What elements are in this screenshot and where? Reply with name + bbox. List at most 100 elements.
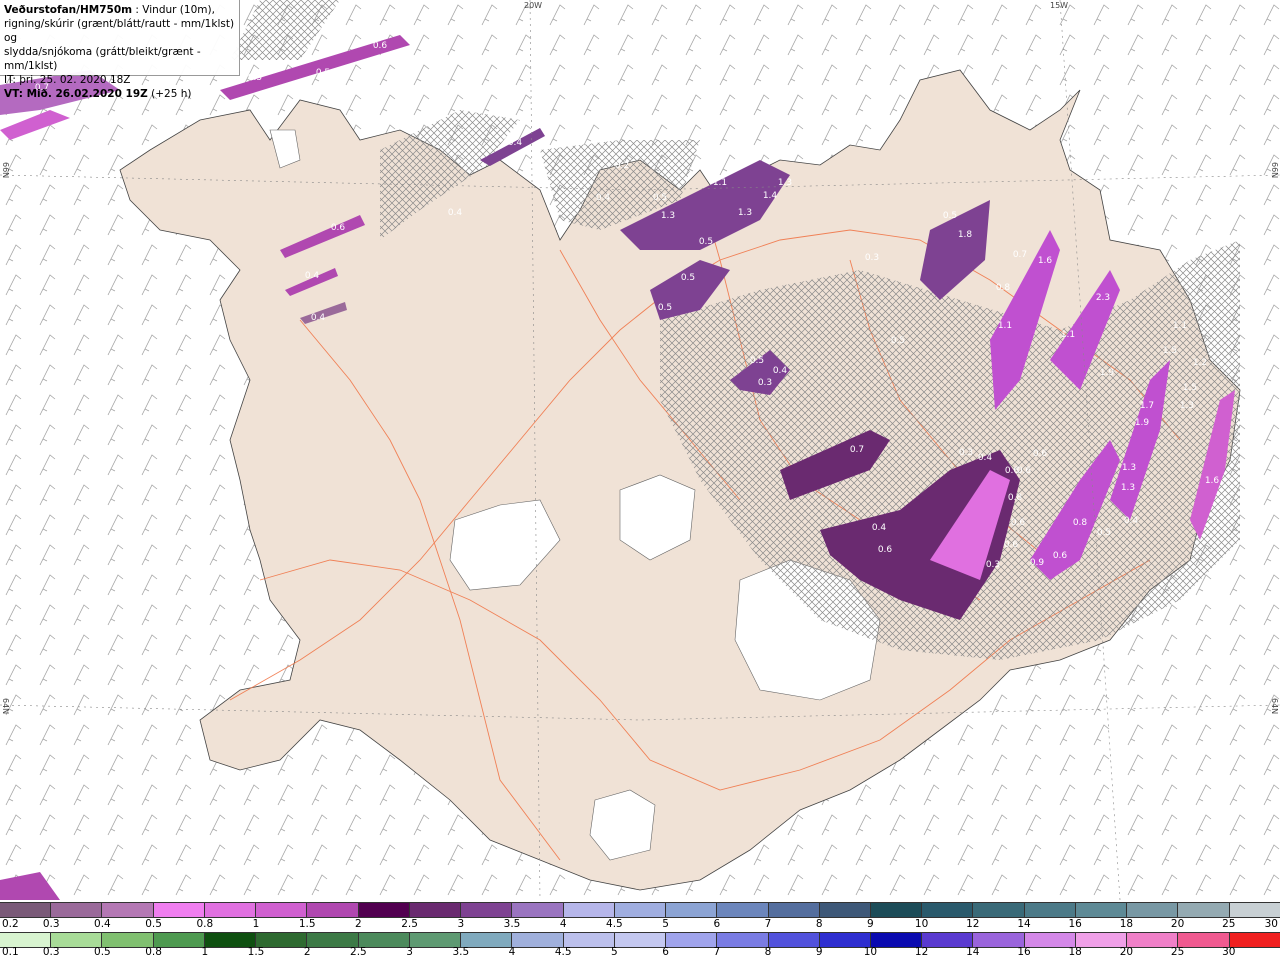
precip-label: 1.1 xyxy=(998,321,1012,331)
precip-label: 0.4 xyxy=(978,453,993,463)
precip-label: 1.3 xyxy=(1121,483,1135,493)
title-it: IT: þri. 25. 02. 2020 18Z xyxy=(4,74,131,86)
precip-label: 0.6 xyxy=(331,223,346,233)
legend-swatch xyxy=(0,933,52,947)
legend-label: 0.8 xyxy=(196,918,214,930)
legend-label: 0.3 xyxy=(42,946,60,958)
axis-label-66n-right: 66N xyxy=(1270,162,1279,179)
precip-label: 0.5 xyxy=(248,73,262,83)
legend-label: 9 xyxy=(815,946,823,958)
precip-label: 1.3 xyxy=(738,208,752,218)
legend-swatch xyxy=(512,933,564,947)
legend-swatch xyxy=(922,933,974,947)
precip-label: 0.3 xyxy=(758,378,772,388)
precip-label: 1.9 xyxy=(1135,418,1150,428)
precip-label: 1.3 xyxy=(661,211,675,221)
precip-label: 1.8 xyxy=(958,230,973,240)
axis-label-15w: 15W xyxy=(1050,1,1069,10)
legend-swatch xyxy=(307,903,359,917)
precip-label: 0.4 xyxy=(305,271,320,281)
legend-swatch xyxy=(717,903,769,917)
legend-label: 14 xyxy=(966,946,980,958)
legend-swatch xyxy=(358,903,410,917)
legend-swatch xyxy=(717,933,769,947)
legend-swatch xyxy=(666,903,718,917)
weather-map: 0.7 0.5 0.5 0.6 0.4 0.4 0.6 0.4 0.4 0.4 … xyxy=(0,0,1280,900)
precip-label: 0.5 xyxy=(891,336,905,346)
precip-label: 1.7 xyxy=(1140,401,1154,411)
legend-label: 30 xyxy=(1222,946,1236,958)
legend-swatch xyxy=(1229,903,1280,917)
precip-label: 1.1 xyxy=(1061,330,1075,340)
legend-swatch xyxy=(819,903,871,917)
precip-label: 2.3 xyxy=(1096,293,1110,303)
legend-label: 4 xyxy=(559,918,567,930)
legend-swatch xyxy=(102,933,154,947)
precip-label: 1.2 xyxy=(1193,358,1207,368)
precip-label: 0.7 xyxy=(1013,250,1027,260)
precip-label: 0.6 xyxy=(1033,449,1048,459)
legend-swatch xyxy=(409,933,462,947)
precip-label: 1.5 xyxy=(1163,346,1177,356)
precip-label: 0.6 xyxy=(1011,518,1026,528)
precip-label: 0.6 xyxy=(878,545,893,555)
legend-swatch xyxy=(512,903,564,917)
legend-label: 0.5 xyxy=(145,918,162,930)
legend-swatch xyxy=(614,933,667,947)
legend-label: 4.5 xyxy=(554,946,572,958)
precip-label: 0.5 xyxy=(653,193,667,203)
legend-swatch xyxy=(102,903,154,917)
precip-label: 0.2 xyxy=(615,161,629,171)
legend-label: 20 xyxy=(1170,918,1185,930)
precip-label: 1.5 xyxy=(1183,383,1197,393)
precip-label: 1.3 xyxy=(1180,401,1194,411)
precip-label: 0.5 xyxy=(699,237,713,247)
title-vt: VT: Mið. 26.02.2020 19Z xyxy=(4,88,148,100)
precip-label: 0.7 xyxy=(850,445,864,455)
precip-label: 0.6 xyxy=(1053,551,1068,561)
legend-swatch xyxy=(409,903,462,917)
legend-swatch xyxy=(153,903,205,917)
legend-swatch xyxy=(819,933,871,947)
legend-swatch xyxy=(307,933,359,947)
legend-swatch xyxy=(1127,903,1179,917)
precip-label: 0.5 xyxy=(316,68,330,78)
precip-label: 0.5 xyxy=(750,356,764,366)
legend-sleet-colorbar xyxy=(0,902,1280,918)
legend-swatch xyxy=(256,903,308,917)
legend-label: 2.5 xyxy=(401,918,418,930)
legend-swatch xyxy=(153,933,205,947)
legend-label: 2.5 xyxy=(350,946,367,958)
legend-swatch xyxy=(1075,903,1128,917)
legend-label: 5 xyxy=(662,918,669,930)
legend-label: 16 xyxy=(1017,946,1031,958)
precip-label: 0.5 xyxy=(681,273,695,283)
legend-swatch xyxy=(563,933,615,947)
legend-swatch xyxy=(870,903,923,917)
precip-label: 0.6 xyxy=(1004,540,1019,550)
legend-label: 10 xyxy=(863,946,878,958)
legend-swatch xyxy=(204,903,257,917)
precip-label: 0.5 xyxy=(658,303,672,313)
legend-swatch xyxy=(51,903,103,917)
precip-label: 0.4 xyxy=(448,208,463,218)
precip-label: 0.5 xyxy=(1097,528,1111,538)
legend-label: 6 xyxy=(713,918,721,930)
title-desc: : Vindur (10m), xyxy=(132,4,215,16)
title-brand: Veðurstofan/HM750m xyxy=(4,4,133,16)
precip-label: 0.4 xyxy=(311,313,326,323)
legend-label: 6 xyxy=(662,946,669,958)
legend-rain-labels: 0.1 0.3 0.5 0.8 1 1.5 2 2.5 3 3.5 4 4.5 5 6 7 8 9 10 12 14 1… xyxy=(0,946,1280,960)
legend-label: 12 xyxy=(914,946,929,958)
legend-label: 30 xyxy=(1264,918,1278,930)
legend-swatch xyxy=(358,933,410,947)
precip-label: 1.4 xyxy=(763,191,778,201)
precip-label: 1.9 xyxy=(1100,368,1115,378)
precip-label: 0.4 xyxy=(596,193,611,203)
legend-label: 9 xyxy=(867,918,874,930)
legend-label: 4.5 xyxy=(606,918,623,930)
title-desc-3: slydda/snjókoma (grátt/bleikt/grænt - mm… xyxy=(4,46,201,72)
precip-label: 1.1 xyxy=(713,178,727,188)
legend-label: 0.1 xyxy=(2,946,19,958)
precip-label: 0.5 xyxy=(943,211,957,221)
